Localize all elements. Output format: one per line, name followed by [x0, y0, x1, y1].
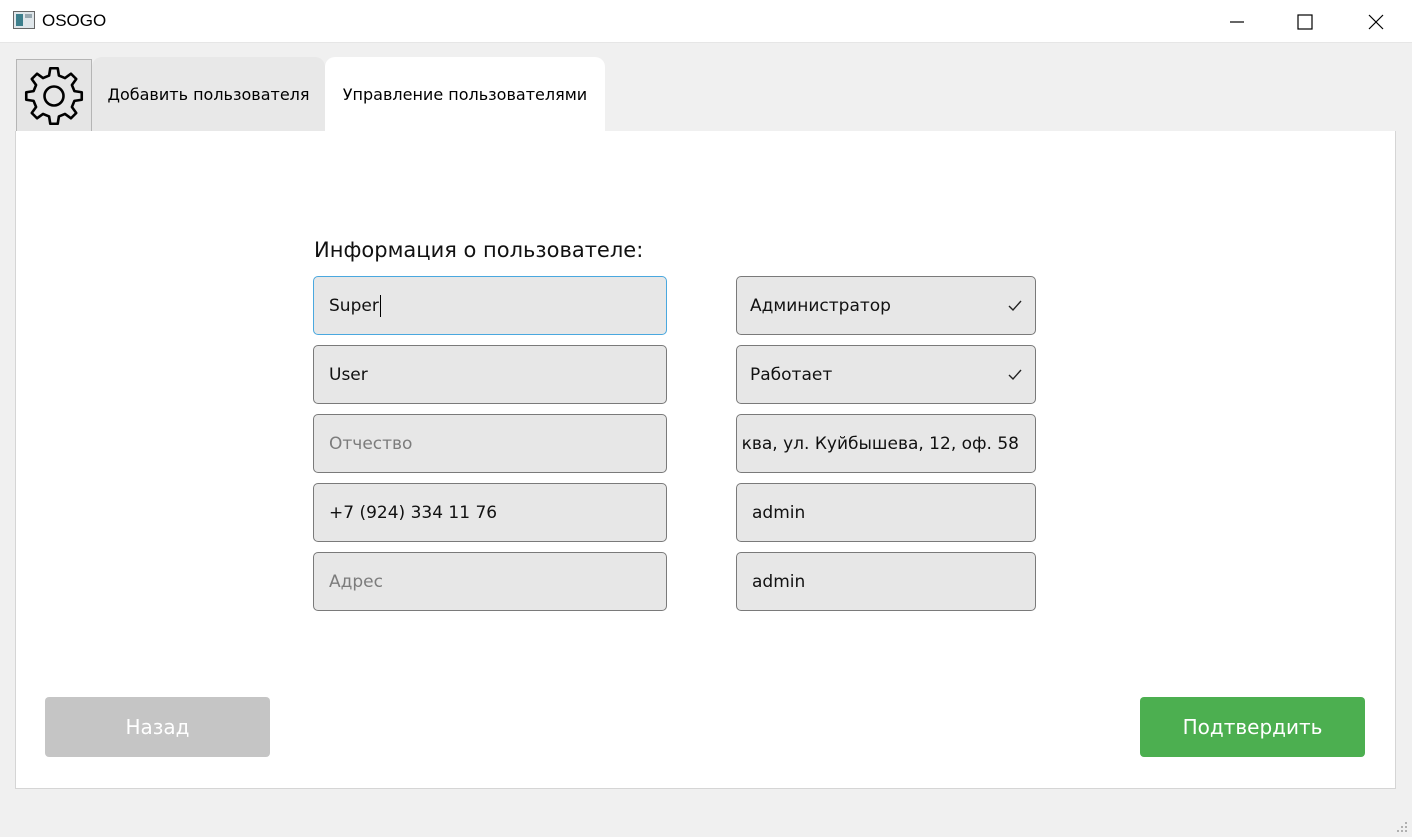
minimize-icon — [1230, 20, 1244, 23]
password-input[interactable]: admin — [736, 552, 1036, 611]
address-input[interactable]: Адрес — [313, 552, 667, 611]
first-name-value: Super — [329, 295, 379, 316]
last-name-value: User — [329, 364, 368, 385]
back-button[interactable]: Назад — [45, 697, 270, 757]
close-button[interactable] — [1341, 0, 1411, 43]
maximize-button[interactable] — [1270, 0, 1340, 43]
office-address-input[interactable]: ква, ул. Куйбышева, 12, оф. 58 — [736, 414, 1036, 473]
settings-tab[interactable] — [16, 59, 92, 132]
login-value: admin — [752, 502, 806, 523]
status-value: Работает — [750, 364, 833, 385]
resize-grip-icon[interactable] — [1396, 821, 1408, 833]
phone-value: +7 (924) 334 11 76 — [329, 502, 498, 523]
gear-icon — [24, 66, 84, 125]
confirm-button[interactable]: Подтвердить — [1140, 697, 1365, 757]
tab-add-user[interactable]: Добавить пользователя — [92, 57, 325, 132]
window-titlebar: OSOGO — [0, 0, 1412, 43]
app-icon — [13, 11, 35, 29]
role-value: Администратор — [750, 295, 891, 316]
login-input[interactable]: admin — [736, 483, 1036, 542]
maximize-icon — [1297, 13, 1313, 30]
checkmark-icon — [1008, 300, 1022, 311]
status-select[interactable]: Работает — [736, 345, 1036, 404]
phone-input[interactable]: +7 (924) 334 11 76 — [313, 483, 667, 542]
content-panel — [15, 131, 1396, 789]
tab-manage-users[interactable]: Управление пользователями — [325, 57, 605, 132]
text-caret — [379, 294, 381, 317]
close-icon — [1368, 14, 1384, 29]
password-value: admin — [752, 571, 806, 592]
last-name-input[interactable]: User — [313, 345, 667, 404]
minimize-button[interactable] — [1202, 0, 1272, 43]
office-address-value: ква, ул. Куйбышева, 12, оф. 58 — [741, 433, 1019, 454]
patronymic-placeholder: Отчество — [329, 433, 413, 454]
patronymic-input[interactable]: Отчество — [313, 414, 667, 473]
checkmark-icon — [1008, 369, 1022, 380]
form-title: Информация о пользователе: — [314, 238, 644, 262]
role-select[interactable]: Администратор — [736, 276, 1036, 335]
window-title: OSOGO — [42, 11, 107, 30]
first-name-input[interactable]: Super — [313, 276, 667, 335]
address-placeholder: Адрес — [329, 571, 383, 592]
